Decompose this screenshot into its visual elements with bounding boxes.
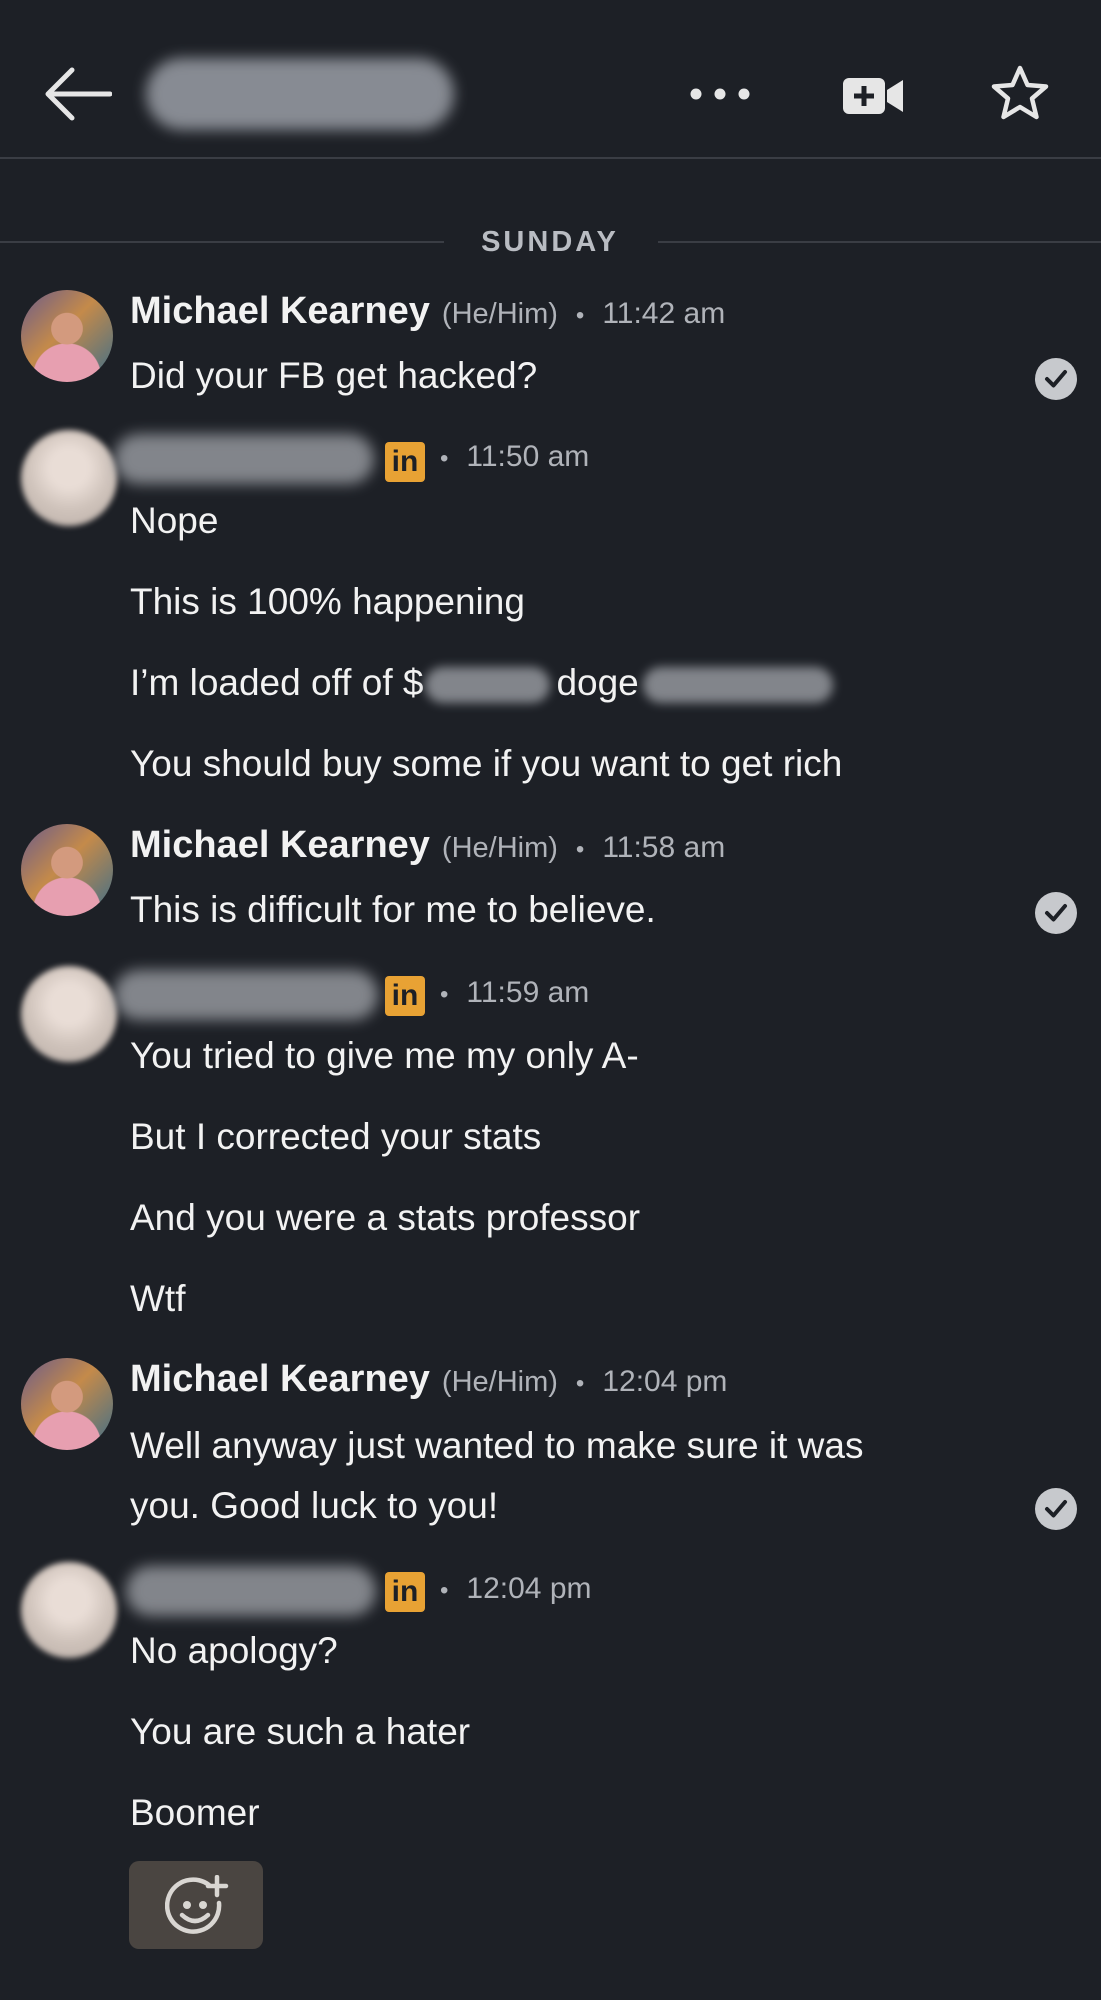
separator-dot: • <box>440 445 449 472</box>
avatar[interactable] <box>21 824 113 916</box>
sender-name[interactable]: Michael Kearney <box>130 290 430 333</box>
add-reaction-button[interactable] <box>129 1861 263 1949</box>
message-header: • 12:04 pm <box>440 1572 592 1606</box>
message-text: No apology? <box>130 1630 338 1671</box>
separator-dot: • <box>440 981 449 1008</box>
message-text: I’m loaded off of $ doge <box>130 662 833 704</box>
avatar[interactable] <box>21 1358 113 1450</box>
message-text: You should buy some if you want to get r… <box>130 743 843 784</box>
message-text: Did your FB get hacked? <box>130 355 538 396</box>
timestamp: 12:04 pm <box>466 1572 592 1605</box>
timestamp: 12:04 pm <box>602 1365 728 1398</box>
linkedin-badge-icon: in <box>385 976 425 1016</box>
message-text: Nope <box>130 500 219 541</box>
read-receipt-icon <box>1035 892 1077 934</box>
pronouns: (He/Him) <box>441 1366 558 1398</box>
more-horizontal-icon[interactable] <box>688 74 752 114</box>
message-text: But I corrected your stats <box>130 1116 542 1157</box>
message-text-part: I’m loaded off of $ <box>130 662 424 703</box>
message-text: You are such a hater <box>130 1711 471 1752</box>
avatar[interactable] <box>21 430 117 526</box>
sender-name[interactable]: Michael Kearney <box>130 824 430 867</box>
message-text: This is difficult for me to believe. <box>130 889 656 930</box>
timestamp: 11:50 am <box>466 440 590 473</box>
message-header: Michael Kearney (He/Him) • 11:58 am <box>130 824 725 867</box>
video-add-icon[interactable] <box>841 72 905 120</box>
star-outline-icon[interactable] <box>990 64 1050 122</box>
day-separator: SUNDAY <box>0 226 1101 266</box>
message-header: Michael Kearney (He/Him) • 11:42 am <box>130 290 725 333</box>
separator-dot: • <box>575 836 585 863</box>
sender-name-redacted[interactable] <box>114 970 378 1020</box>
pronouns: (He/Him) <box>441 832 558 864</box>
linkedin-badge-icon: in <box>385 1572 425 1612</box>
conversation-header <box>0 0 1101 159</box>
linkedin-badge-icon: in <box>385 442 425 482</box>
avatar[interactable] <box>21 1562 117 1658</box>
divider <box>0 241 444 243</box>
message-header: • 11:59 am <box>440 976 589 1010</box>
sender-name-redacted[interactable] <box>126 1566 376 1616</box>
timestamp: 11:58 am <box>602 831 726 864</box>
contact-name-redacted[interactable] <box>146 58 454 130</box>
pronouns: (He/Him) <box>441 298 558 330</box>
avatar[interactable] <box>21 290 113 382</box>
read-receipt-icon <box>1035 358 1077 400</box>
message-line: Well anyway just wanted to make sure it … <box>130 1425 864 1466</box>
message-text-part: doge <box>556 662 639 703</box>
message-text: Well anyway just wanted to make sure it … <box>130 1416 863 1536</box>
day-label: SUNDAY <box>481 226 619 258</box>
separator-dot: • <box>575 1370 585 1397</box>
message-text: Wtf <box>130 1278 186 1319</box>
separator-dot: • <box>440 1577 449 1604</box>
separator-dot: • <box>575 302 585 329</box>
message-text: And you were a stats professor <box>130 1197 641 1238</box>
sender-name-redacted[interactable] <box>114 434 374 484</box>
read-receipt-icon <box>1035 1488 1077 1530</box>
message-header: • 11:50 am <box>440 440 589 474</box>
divider <box>658 241 1101 243</box>
message-header: Michael Kearney (He/Him) • 12:04 pm <box>130 1358 727 1401</box>
emoji-add-icon <box>164 1874 229 1942</box>
arrow-left-icon[interactable] <box>44 66 113 122</box>
message-text: This is 100% happening <box>130 581 525 622</box>
message-text: Boomer <box>130 1792 260 1833</box>
timestamp: 11:42 am <box>602 297 726 330</box>
sender-name[interactable]: Michael Kearney <box>130 1358 430 1401</box>
avatar[interactable] <box>21 966 117 1062</box>
redacted-text <box>425 667 551 704</box>
timestamp: 11:59 am <box>466 976 590 1009</box>
redacted-text <box>642 667 833 704</box>
message-line: you. Good luck to you! <box>130 1485 499 1526</box>
message-text: You tried to give me my only A- <box>130 1035 639 1076</box>
